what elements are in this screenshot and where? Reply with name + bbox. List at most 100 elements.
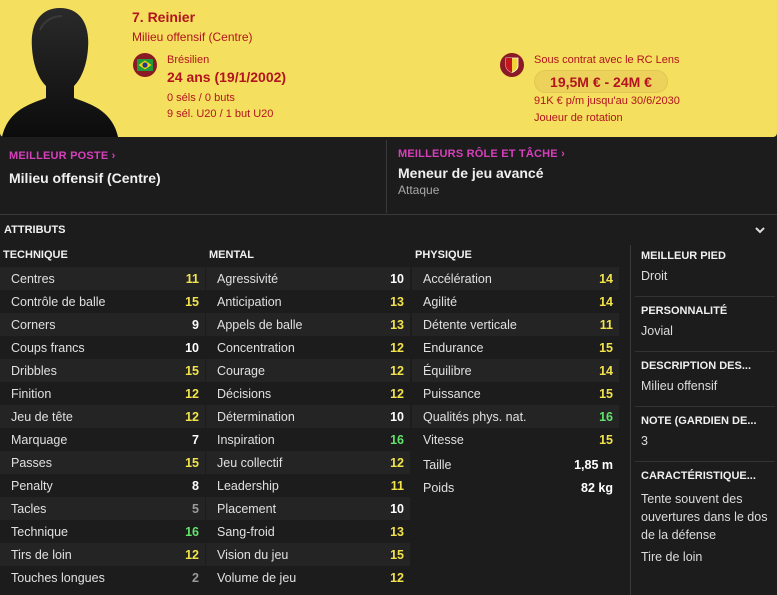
chevron-right-icon: › — [561, 148, 565, 160]
attribute-row[interactable]: Anticipation 13 — [206, 290, 410, 313]
attribute-label: Endurance — [423, 340, 484, 355]
attribute-value: 9 — [192, 317, 199, 332]
technical-list: Centres 11 Contrôle de balle 15 Corners 9 Coup… — [0, 267, 205, 589]
attribute-row[interactable]: Marquage 7 — [0, 428, 205, 451]
goalkeeper-rating: NOTE (GARDIEN DE... 3 — [641, 415, 757, 450]
attribute-value: 7 — [192, 432, 199, 447]
divider — [635, 461, 775, 462]
physical-measurements: Taille 1,85 m Poids 82 kg — [412, 453, 619, 499]
attribute-value: 2 — [192, 570, 199, 585]
attribute-label: Coups francs — [11, 340, 85, 355]
attribute-row[interactable]: Centres 11 — [0, 267, 205, 290]
technical-attributes: TECHNIQUE Centres 11 Contrôle de balle 15 Co… — [0, 249, 205, 589]
attribute-row[interactable]: Décisions 12 — [206, 382, 410, 405]
attribute-value: 12 — [390, 340, 404, 355]
attribute-row[interactable]: Finition 12 — [0, 382, 205, 405]
attribute-row[interactable]: Jeu de tête 12 — [0, 405, 205, 428]
attribute-row[interactable]: Détermination 10 — [206, 405, 410, 428]
attribute-row[interactable]: Touches longues 2 — [0, 566, 205, 589]
attribute-row[interactable]: Placement 10 — [206, 497, 410, 520]
attribute-label: Finition — [11, 386, 52, 401]
contract-club[interactable]: Sous contrat avec le RC Lens — [534, 54, 680, 66]
divider — [635, 406, 775, 407]
attribute-value: 14 — [599, 294, 613, 309]
height-label: Taille — [423, 457, 452, 472]
attribute-label: Contrôle de balle — [11, 294, 106, 309]
divider — [0, 214, 777, 215]
attribute-value: 12 — [185, 409, 199, 424]
weight-row: Poids 82 kg — [412, 476, 619, 499]
attribute-row[interactable]: Dribbles 15 — [0, 359, 205, 382]
attribute-row[interactable]: Penalty 8 — [0, 474, 205, 497]
attribute-label: Sang-froid — [217, 524, 275, 539]
attribute-label: Inspiration — [217, 432, 275, 447]
attribute-row[interactable]: Endurance 15 — [412, 336, 619, 359]
chevron-down-icon[interactable] — [753, 223, 767, 237]
best-role-link[interactable]: MEILLEURS RÔLE ET TÂCHE › — [398, 148, 565, 160]
physical-title: PHYSIQUE — [415, 249, 472, 261]
attribute-value: 11 — [185, 271, 199, 286]
attribute-row[interactable]: Contrôle de balle 15 — [0, 290, 205, 313]
attribute-value: 10 — [390, 271, 404, 286]
attribute-label: Tacles — [11, 501, 47, 516]
attribute-label: Passes — [11, 455, 52, 470]
attribute-label: Corners — [11, 317, 56, 332]
attribute-label: Détermination — [217, 409, 295, 424]
attribute-row[interactable]: Appels de balle 13 — [206, 313, 410, 336]
transfer-value: 19,5M € - 24M € — [534, 70, 668, 93]
attribute-row[interactable]: Corners 9 — [0, 313, 205, 336]
attribute-label: Vision du jeu — [217, 547, 289, 562]
attribute-row[interactable]: Concentration 12 — [206, 336, 410, 359]
attribute-row[interactable]: Détente verticale 11 — [412, 313, 619, 336]
attribute-row[interactable]: Vitesse 15 — [412, 428, 619, 451]
attribute-row[interactable]: Vision du jeu 15 — [206, 543, 410, 566]
player-nationality: Brésilien — [167, 54, 210, 66]
brazil-flag-icon[interactable] — [133, 53, 157, 77]
attribute-row[interactable]: Technique 16 — [0, 520, 205, 543]
attribute-label: Qualités phys. nat. — [423, 409, 527, 424]
physical-attributes: PHYSIQUE Accélération 14 Agilité 14 Détente … — [412, 249, 619, 451]
best-role-duty: Attaque — [398, 183, 440, 197]
attribute-row[interactable]: Coups francs 10 — [0, 336, 205, 359]
attribute-value: 15 — [599, 340, 613, 355]
attribute-row[interactable]: Agilité 14 — [412, 290, 619, 313]
attribute-label: Centres — [11, 271, 55, 286]
rc-lens-crest-icon[interactable] — [500, 53, 524, 77]
goalkeeper-rating-label: NOTE (GARDIEN DE... — [641, 415, 757, 427]
best-role-panel: MEILLEURS RÔLE ET TÂCHE › Meneur de jeu … — [388, 140, 777, 213]
player-name[interactable]: 7. Reinier — [132, 9, 195, 25]
attribute-row[interactable]: Équilibre 14 — [412, 359, 619, 382]
squad-status: Joueur de rotation — [534, 112, 623, 124]
attribute-row[interactable]: Puissance 15 — [412, 382, 619, 405]
attribute-label: Détente verticale — [423, 317, 517, 332]
attribute-value: 16 — [185, 524, 199, 539]
attribute-value: 12 — [390, 386, 404, 401]
attribute-row[interactable]: Agressivité 10 — [206, 267, 410, 290]
player-traits-label: CARACTÉRISTIQUE... — [641, 470, 756, 482]
attribute-value: 10 — [390, 409, 404, 424]
attribute-row[interactable]: Courage 12 — [206, 359, 410, 382]
attribute-row[interactable]: Accélération 14 — [412, 267, 619, 290]
attribute-row[interactable]: Jeu collectif 12 — [206, 451, 410, 474]
attribute-label: Décisions — [217, 386, 272, 401]
player-header: 7. Reinier Milieu offensif (Centre) Brés… — [0, 0, 777, 140]
attribute-value: 15 — [185, 455, 199, 470]
attribute-label: Placement — [217, 501, 277, 516]
player-header-card: 7. Reinier Milieu offensif (Centre) Brés… — [0, 0, 777, 137]
attribute-label: Vitesse — [423, 432, 464, 447]
attribute-row[interactable]: Tacles 5 — [0, 497, 205, 520]
attribute-row[interactable]: Tirs de loin 12 — [0, 543, 205, 566]
height-value: 1,85 m — [574, 457, 613, 472]
best-position-panel: MEILLEUR POSTE › Milieu offensif (Centre… — [0, 140, 387, 213]
divider — [635, 296, 775, 297]
attribute-row[interactable]: Qualités phys. nat. 16 — [412, 405, 619, 428]
attribute-row[interactable]: Volume de jeu 12 — [206, 566, 410, 589]
attribute-label: Concentration — [217, 340, 295, 355]
attribute-row[interactable]: Passes 15 — [0, 451, 205, 474]
attribute-row[interactable]: Leadership 11 — [206, 474, 410, 497]
attribute-label: Penalty — [11, 478, 53, 493]
best-position-link[interactable]: MEILLEUR POSTE › — [9, 150, 116, 162]
attribute-row[interactable]: Sang-froid 13 — [206, 520, 410, 543]
attribute-row[interactable]: Inspiration 16 — [206, 428, 410, 451]
attribute-value: 14 — [599, 363, 613, 378]
